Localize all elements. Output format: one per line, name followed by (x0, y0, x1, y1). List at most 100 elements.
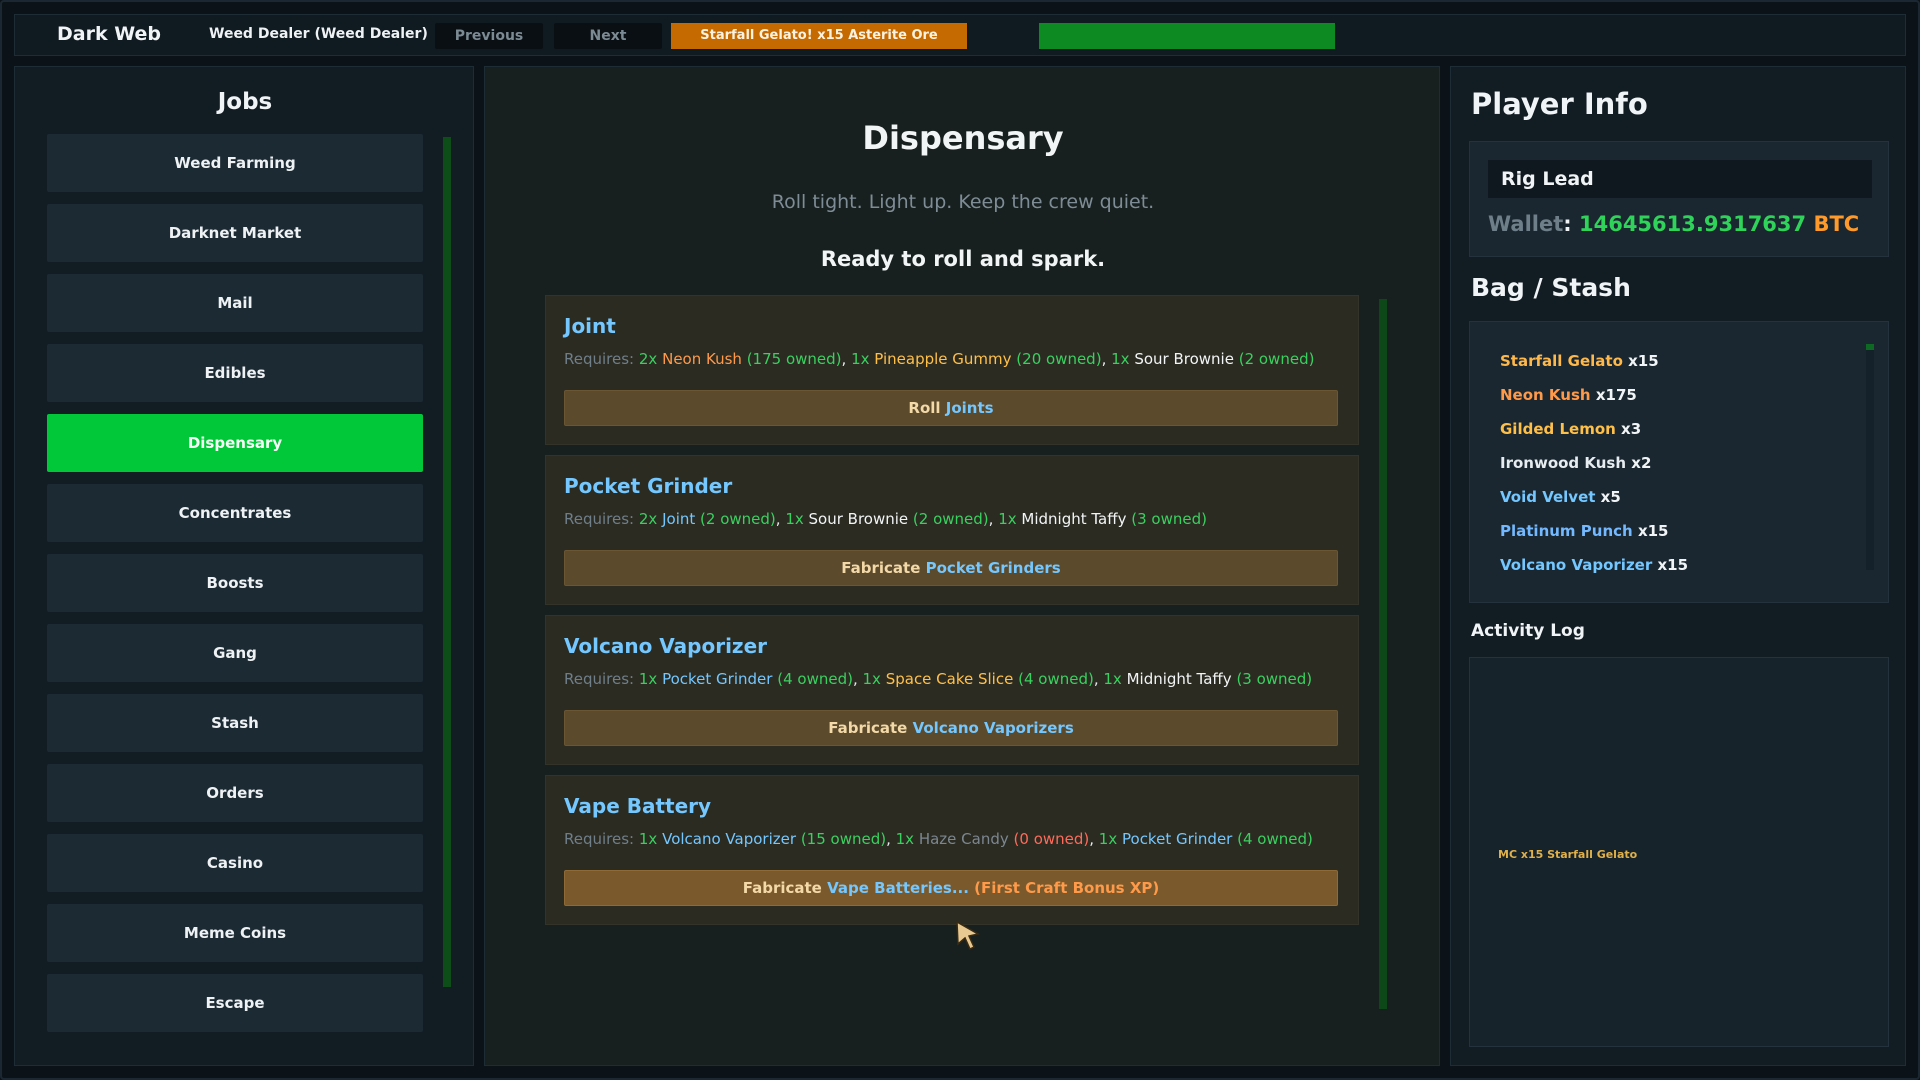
requirement-owned: (2 owned) (912, 510, 989, 528)
requirement-separator: , (841, 350, 852, 368)
bag-item[interactable]: Void Velvet x5 (1500, 480, 1688, 514)
app-title: Dark Web (57, 23, 161, 45)
bag-item-count: x15 (1628, 352, 1659, 370)
job-casino-button[interactable]: Casino (47, 834, 423, 892)
previous-button[interactable]: Previous (435, 23, 543, 49)
job-mail-button[interactable]: Mail (47, 274, 423, 332)
craft-button[interactable]: Fabricate Vape Batteries... (First Craft… (564, 870, 1338, 906)
player-card: Rig Lead Wallet: 14645613.9317637 BTC (1469, 141, 1889, 257)
progress-bar (1039, 23, 1335, 49)
craft-button[interactable]: Roll Joints (564, 390, 1338, 426)
bag-item-count: x2 (1631, 454, 1652, 472)
requirement-owned: (3 owned) (1131, 510, 1207, 528)
bag-item-name: Void Velvet (1500, 488, 1596, 506)
craft-verb: Roll (908, 399, 941, 417)
bag-scrollbar-thumb[interactable] (1866, 344, 1874, 350)
job-gang-button[interactable]: Gang (47, 624, 423, 682)
requirement-qty: 1x (1098, 830, 1118, 848)
job-weed-farming-button[interactable]: Weed Farming (47, 134, 423, 192)
requirement-qty: 1x (851, 350, 870, 368)
job-edibles-button[interactable]: Edibles (47, 344, 423, 402)
recipe-name: Pocket Grinder (564, 474, 733, 498)
bag-scrollbar[interactable] (1866, 344, 1874, 570)
next-button[interactable]: Next (554, 23, 662, 49)
requirement-qty: 1x (1111, 350, 1130, 368)
bag-item-name: Starfall Gelato (1500, 352, 1623, 370)
bag-item[interactable]: Platinum Punch x15 (1500, 514, 1688, 548)
job-escape-button[interactable]: Escape (47, 974, 423, 1032)
bag-item[interactable]: Neon Kush x175 (1500, 378, 1688, 412)
requirement-separator: , (988, 510, 999, 528)
dealer-name: Weed Dealer (Weed Dealer) (209, 26, 428, 42)
requirement-item: Midnight Taffy (1021, 510, 1127, 528)
job-meme-coins-button[interactable]: Meme Coins (47, 904, 423, 962)
craft-button[interactable]: Fabricate Volcano Vaporizers (564, 710, 1338, 746)
bag-item[interactable]: Starfall Gelato x15 (1500, 344, 1688, 378)
progress-bar-fill (1039, 23, 1335, 49)
craft-button[interactable]: Fabricate Pocket Grinders (564, 550, 1338, 586)
requirement-qty: 2x (638, 350, 658, 368)
requirement-qty: 1x (862, 670, 881, 688)
job-dispensary-button[interactable]: Dispensary (47, 414, 423, 472)
bag-item-count: x3 (1621, 420, 1642, 438)
activity-log: MC x15 Starfall Gelato (1469, 657, 1889, 1047)
requirement-qty: 1x (895, 830, 915, 848)
requirement-item: Sour Brownie (1134, 350, 1234, 368)
recipe-name: Vape Battery (564, 794, 712, 818)
job-darknet-market-button[interactable]: Darknet Market (47, 204, 423, 262)
top-bar: Dark Web Weed Dealer (Weed Dealer) Previ… (14, 14, 1906, 56)
recipe-card: Pocket Grinder Requires: 2x Joint (2 owne… (545, 455, 1359, 605)
bag-item-name: Neon Kush (1500, 386, 1591, 404)
recipe-card: Vape Battery Requires: 1x Volcano Vaporiz… (545, 775, 1359, 925)
requirement-item: Joint (662, 510, 696, 528)
bag-item-count: x5 (1600, 488, 1621, 506)
requirement-qty: 1x (785, 510, 804, 528)
craft-bonus: (First Craft Bonus XP) (968, 879, 1160, 897)
bag-item-count: x15 (1637, 522, 1669, 540)
notification-banner: Starfall Gelato! x15 Asterite Ore (671, 23, 967, 49)
requirement-item: Volcano Vaporizer (662, 830, 797, 848)
wallet-currency: BTC (1813, 212, 1860, 236)
bag-item[interactable]: Gilded Lemon x3 (1500, 412, 1688, 446)
dispensary-panel: Dispensary Roll tight. Light up. Keep th… (484, 66, 1440, 1066)
requires-label: Requires: (564, 830, 635, 848)
requirement-item: Neon Kush (662, 350, 742, 368)
player-info-title: Player Info (1471, 87, 1648, 121)
requirement-owned: (3 owned) (1236, 670, 1313, 688)
wallet-colon: : (1563, 212, 1579, 236)
job-stash-button[interactable]: Stash (47, 694, 423, 752)
craft-target: Vape Batteries... (827, 879, 969, 897)
bag-item-name: Platinum Punch (1500, 522, 1633, 540)
bag-box: Starfall Gelato x15 Neon Kush x175 Gilded … (1469, 321, 1889, 603)
jobs-title: Jobs (217, 89, 273, 115)
job-boosts-button[interactable]: Boosts (47, 554, 423, 612)
bag-item[interactable]: Volcano Vaporizer x15 (1500, 548, 1688, 582)
requirement-separator: , (886, 830, 896, 848)
recipe-name: Joint (564, 314, 616, 338)
cursor-icon (954, 920, 982, 954)
job-concentrates-button[interactable]: Concentrates (47, 484, 423, 542)
recipe-requirements: Requires: 2x Joint (2 owned), 1x Sour Br… (564, 510, 1207, 528)
requirement-separator: , (775, 510, 786, 528)
requirement-separator: , (1093, 670, 1104, 688)
wallet-label: Wallet (1488, 212, 1564, 236)
jobs-scrollbar-thumb[interactable] (443, 137, 451, 987)
requirement-qty: 2x (638, 510, 658, 528)
craft-verb: Fabricate (841, 559, 921, 577)
requirement-qty: 1x (1103, 670, 1122, 688)
recipe-card: Volcano Vaporizer Requires: 1x Pocket Gri… (545, 615, 1359, 765)
craft-target: Joints (945, 399, 994, 417)
requires-label: Requires: (564, 510, 635, 528)
requirement-separator: , (1101, 350, 1112, 368)
recipe-scrollbar[interactable] (1379, 299, 1387, 1009)
bag-item[interactable]: Ironwood Kush x2 (1500, 446, 1688, 480)
requirement-qty: 1x (638, 830, 658, 848)
bag-list: Starfall Gelato x15 Neon Kush x175 Gilded … (1500, 344, 1688, 582)
recipe-requirements: Requires: 2x Neon Kush (175 owned), 1x P… (564, 350, 1314, 368)
job-orders-button[interactable]: Orders (47, 764, 423, 822)
bag-item-name: Ironwood Kush (1500, 454, 1627, 472)
jobs-scrollbar[interactable] (443, 137, 451, 987)
bag-item-name: Gilded Lemon (1500, 420, 1616, 438)
requirement-separator: , (852, 670, 863, 688)
recipe-list: Joint Requires: 2x Neon Kush (175 owned),… (545, 295, 1359, 935)
